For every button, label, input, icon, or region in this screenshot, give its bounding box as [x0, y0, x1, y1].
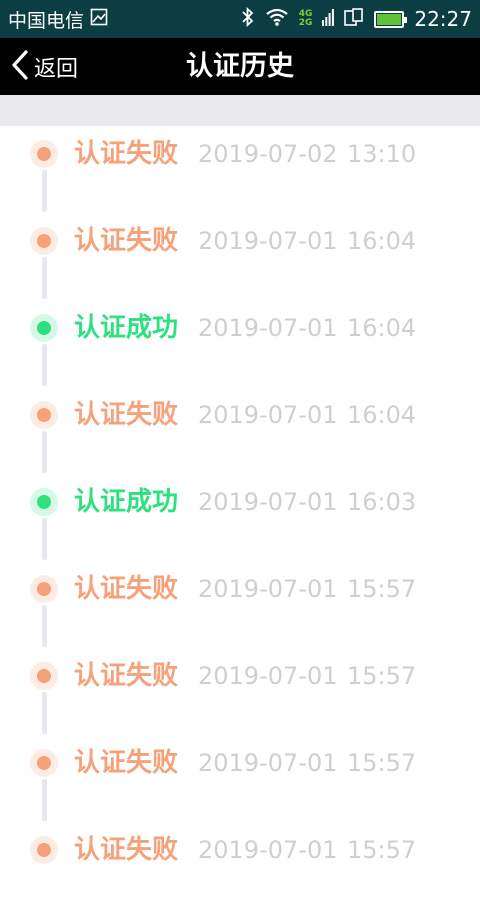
dual-sim-icon — [344, 8, 364, 30]
header-divider — [0, 95, 480, 126]
history-item: 认证失败 2019-07-01 16:04 — [0, 213, 480, 300]
timeline-connector — [42, 518, 47, 560]
history-item-time: 15:57 — [347, 836, 417, 864]
history-item-date: 2019-07-01 — [198, 227, 338, 255]
history-item-status: 认证失败 — [74, 139, 179, 169]
history-item-status: 认证失败 — [74, 400, 179, 430]
fail-status-dot-icon — [30, 401, 58, 429]
fail-status-dot-icon — [30, 227, 58, 255]
history-item-status: 认证失败 — [74, 835, 179, 865]
history-item-status: 认证失败 — [74, 226, 179, 256]
history-item-time: 15:57 — [347, 662, 417, 690]
signal-icon — [322, 8, 335, 30]
network-type: 4G 2G — [299, 10, 313, 28]
fail-status-dot-icon — [30, 749, 58, 777]
history-item-time: 16:03 — [347, 488, 417, 516]
history-item: 认证失败 2019-07-01 15:57 — [0, 561, 480, 648]
auth-history-list: 认证失败 2019-07-02 13:10 认证失败 2019-07-01 16:04 认证… — [0, 126, 480, 909]
bluetooth-icon — [241, 6, 255, 31]
timeline-connector — [42, 257, 47, 299]
wifi-icon — [265, 8, 289, 30]
history-item-time: 15:57 — [347, 749, 417, 777]
image-notification-icon — [90, 8, 108, 30]
history-item-status: 认证失败 — [74, 661, 179, 691]
fail-status-dot-icon — [30, 662, 58, 690]
history-item: 认证失败 2019-07-01 15:57 — [0, 648, 480, 735]
status-time: 22:27 — [414, 7, 472, 31]
history-item-time: 16:04 — [347, 227, 417, 255]
history-item-status: 认证成功 — [74, 313, 179, 343]
history-item-time: 13:10 — [347, 140, 417, 168]
timeline-connector — [42, 170, 47, 212]
status-bar-right: 4G 2G 22:27 — [241, 0, 472, 38]
history-item-time: 15:57 — [347, 575, 417, 603]
history-item-status: 认证失败 — [74, 748, 179, 778]
success-status-dot-icon — [30, 314, 58, 342]
timeline-connector — [42, 344, 47, 386]
fail-status-dot-icon — [30, 836, 58, 864]
timeline-connector — [42, 692, 47, 734]
timeline-connector — [42, 431, 47, 473]
carrier-name: 中国电信 — [8, 9, 85, 32]
history-item: 认证失败 2019-07-01 15:57 — [0, 735, 480, 822]
history-item-status: 认证失败 — [74, 574, 179, 604]
history-item-date: 2019-07-01 — [198, 836, 338, 864]
timeline-connector — [42, 779, 47, 821]
history-item-date: 2019-07-01 — [198, 749, 338, 777]
status-bar: 中国电信 4G 2G 22:27 — [0, 0, 480, 38]
history-item: 认证成功 2019-07-01 16:04 — [0, 300, 480, 387]
status-bar-left: 中国电信 — [8, 0, 108, 38]
timeline-connector — [42, 605, 47, 647]
history-item-time: 16:04 — [347, 401, 417, 429]
history-item-date: 2019-07-01 — [198, 401, 338, 429]
success-status-dot-icon — [30, 488, 58, 516]
history-item-time: 16:04 — [347, 314, 417, 342]
history-item: 认证失败 2019-07-01 15:57 — [0, 822, 480, 909]
history-item-date: 2019-07-01 — [198, 662, 338, 690]
history-item: 认证失败 2019-07-02 13:10 — [0, 126, 480, 213]
chevron-left-icon — [10, 49, 30, 85]
history-item-status: 认证成功 — [74, 487, 179, 517]
back-button[interactable]: 返回 — [10, 38, 78, 95]
history-item-date: 2019-07-01 — [198, 488, 338, 516]
fail-status-dot-icon — [30, 140, 58, 168]
battery-icon — [374, 10, 408, 28]
history-item-date: 2019-07-01 — [198, 314, 338, 342]
back-label: 返回 — [34, 56, 79, 82]
title-bar: 返回 认证历史 — [0, 38, 480, 95]
history-item-date: 2019-07-02 — [198, 140, 338, 168]
network-2g-label: 2G — [298, 18, 313, 28]
history-item: 认证失败 2019-07-01 16:04 — [0, 387, 480, 474]
history-item: 认证成功 2019-07-01 16:03 — [0, 474, 480, 561]
history-item-date: 2019-07-01 — [198, 575, 338, 603]
fail-status-dot-icon — [30, 575, 58, 603]
